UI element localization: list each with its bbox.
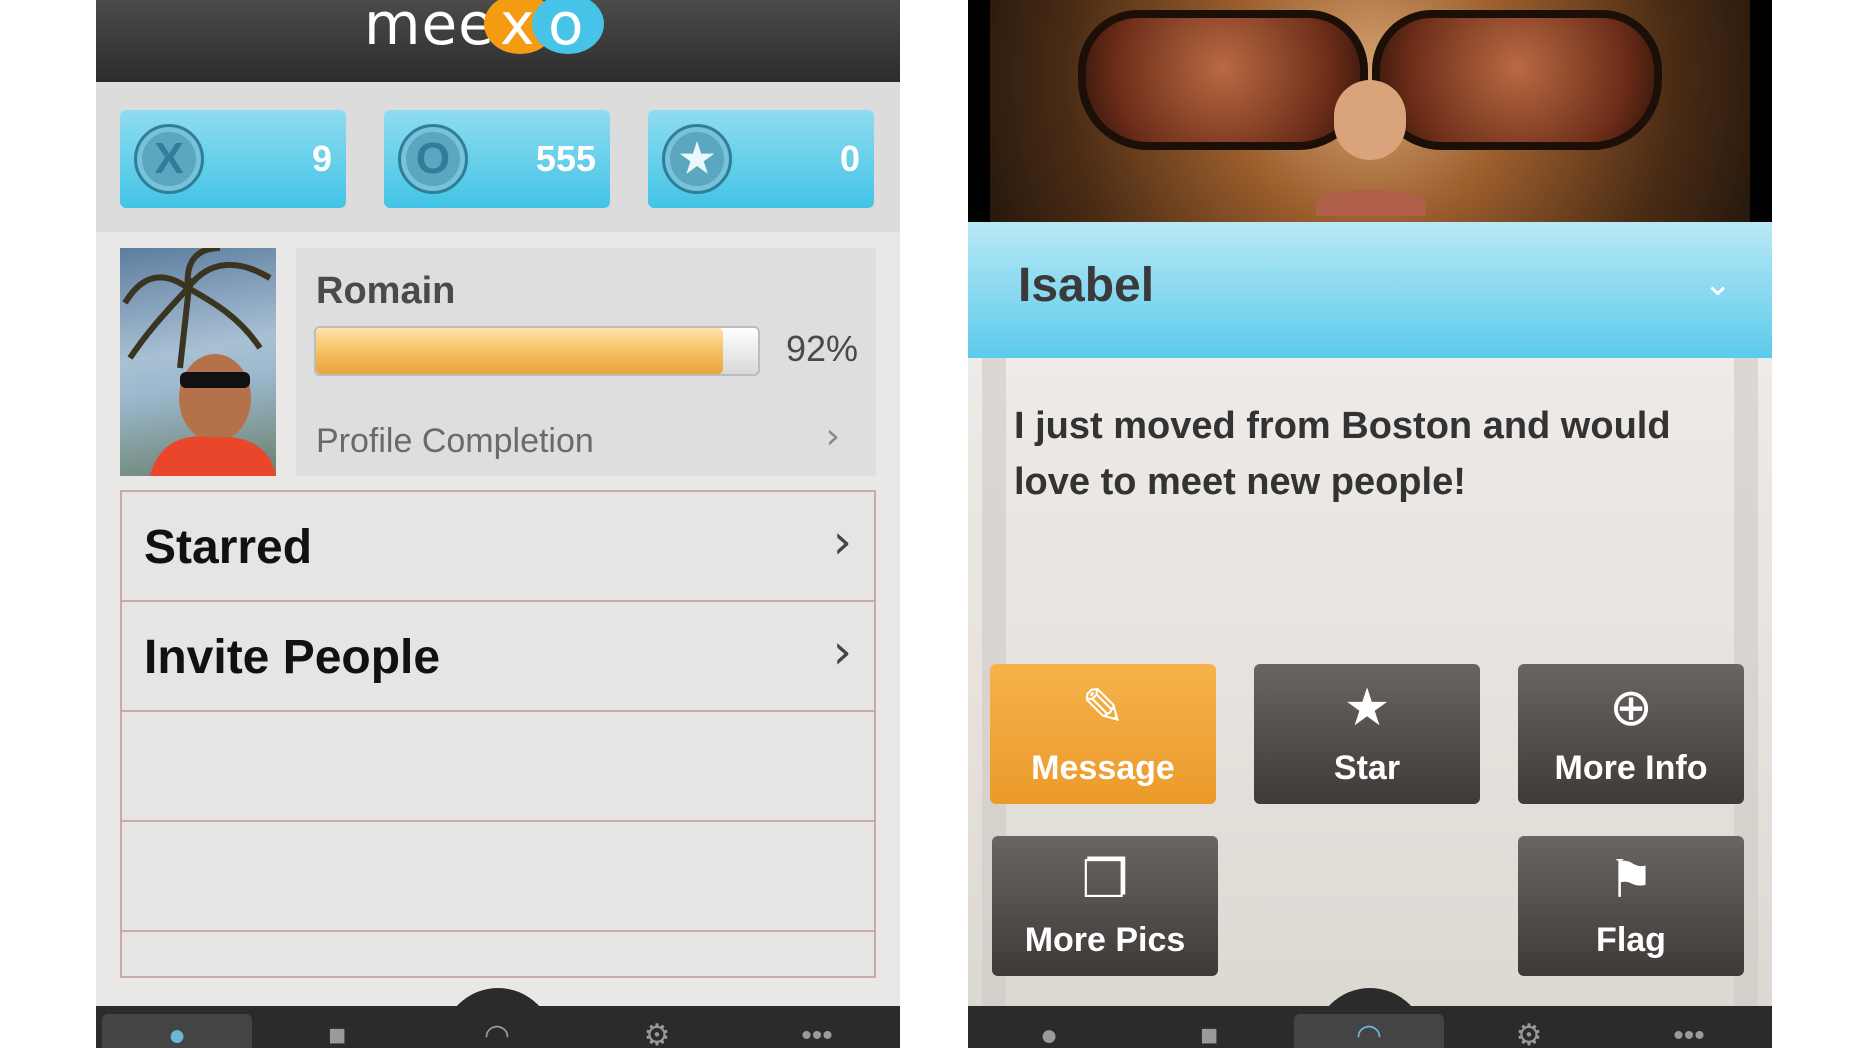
meexo-logo: mee x o: [364, 0, 604, 70]
chat-icon: ■: [327, 1019, 347, 1048]
person-icon: ●: [167, 1019, 187, 1048]
avatar-image: [122, 248, 276, 476]
stats-bar: X 9 O 555 ★ 0: [96, 82, 900, 232]
compose-icon: ✎: [1081, 678, 1125, 738]
gear-icon: ⚙: [1515, 1019, 1543, 1048]
photo-detail: [1078, 10, 1368, 150]
profile-screen: mee x o X 9 O 555 ★ 0 Romain 92% Profile…: [96, 0, 900, 1048]
location-icon: ◠: [1355, 1019, 1383, 1048]
plus-circle-icon: ⊕: [1609, 678, 1653, 738]
tab-messages[interactable]: ■: [1134, 1014, 1284, 1048]
star-icon: ★: [1343, 678, 1391, 738]
tab-messages[interactable]: ■: [262, 1014, 412, 1048]
message-button[interactable]: ✎ Message: [990, 664, 1216, 804]
gear-icon: ⚙: [643, 1019, 671, 1048]
menu-item-starred[interactable]: Starred ›: [122, 492, 874, 602]
flag-button[interactable]: ⚑ Flag: [1518, 836, 1744, 976]
user-name: Isabel: [1018, 259, 1155, 312]
person-icon: ●: [1039, 1019, 1059, 1048]
x-count: 9: [311, 138, 332, 179]
star-icon: ★: [662, 124, 732, 194]
chevron-down-icon: ⌄: [1703, 264, 1733, 304]
more-pics-button[interactable]: ❐ More Pics: [992, 836, 1218, 976]
tab-bar: ● ■ ◠ ⚙ •••: [968, 1006, 1772, 1048]
menu-item-empty: [122, 712, 874, 822]
tab-bar: ● ■ ◠ ⚙ •••: [96, 1006, 900, 1048]
menu-item-invite-people[interactable]: Invite People ›: [122, 602, 874, 712]
tab-nearby[interactable]: ◠: [1294, 1014, 1444, 1048]
user-name-bar[interactable]: Isabel ⌄: [968, 222, 1772, 358]
photos-icon: ❐: [1081, 850, 1129, 910]
o-count-button[interactable]: O 555: [384, 110, 610, 208]
profile-progress-fill: [316, 328, 723, 374]
tab-more[interactable]: •••: [1614, 1014, 1764, 1048]
tab-nearby[interactable]: ◠: [422, 1014, 572, 1048]
bio-area: I just moved from Boston and would love …: [968, 358, 1772, 1006]
user-detail-screen: Isabel ⌄ I just moved from Boston and wo…: [968, 0, 1772, 1048]
user-photo[interactable]: [968, 0, 1772, 222]
menu-list: Starred › Invite People ›: [120, 490, 876, 978]
flag-icon: ⚑: [1607, 850, 1655, 910]
more-icon: •••: [1673, 1019, 1705, 1048]
more-icon: •••: [801, 1019, 833, 1048]
x-icon: X: [134, 124, 204, 194]
chat-icon: ■: [1199, 1019, 1219, 1048]
chevron-right-icon: ›: [825, 416, 840, 457]
top-bar: mee x o: [96, 0, 900, 82]
more-info-button[interactable]: ⊕ More Info: [1518, 664, 1744, 804]
tab-settings[interactable]: ⚙: [1454, 1014, 1604, 1048]
star-count-button[interactable]: ★ 0: [648, 110, 874, 208]
chevron-right-icon: ›: [832, 624, 852, 680]
photo-detail: [1372, 10, 1662, 150]
user-bio: I just moved from Boston and would love …: [1014, 405, 1671, 503]
tab-profile[interactable]: ●: [974, 1014, 1124, 1048]
star-button[interactable]: ★ Star: [1254, 664, 1480, 804]
o-icon: O: [398, 124, 468, 194]
tab-profile[interactable]: ●: [102, 1014, 252, 1048]
tab-more[interactable]: •••: [742, 1014, 892, 1048]
location-icon: ◠: [483, 1019, 511, 1048]
chevron-right-icon: ›: [832, 514, 852, 570]
profile-name: Romain: [316, 270, 456, 312]
profile-completion-card[interactable]: Romain 92% Profile Completion ›: [296, 248, 876, 476]
tab-settings[interactable]: ⚙: [582, 1014, 732, 1048]
o-count: 555: [535, 138, 596, 179]
profile-completion-label: Profile Completion: [316, 422, 594, 460]
profile-progress-bar: [314, 326, 760, 376]
star-count: 0: [839, 138, 860, 179]
menu-item-empty: [122, 822, 874, 932]
avatar[interactable]: [120, 248, 276, 476]
x-count-button[interactable]: X 9: [120, 110, 346, 208]
profile-progress-percent: 92%: [786, 328, 859, 369]
